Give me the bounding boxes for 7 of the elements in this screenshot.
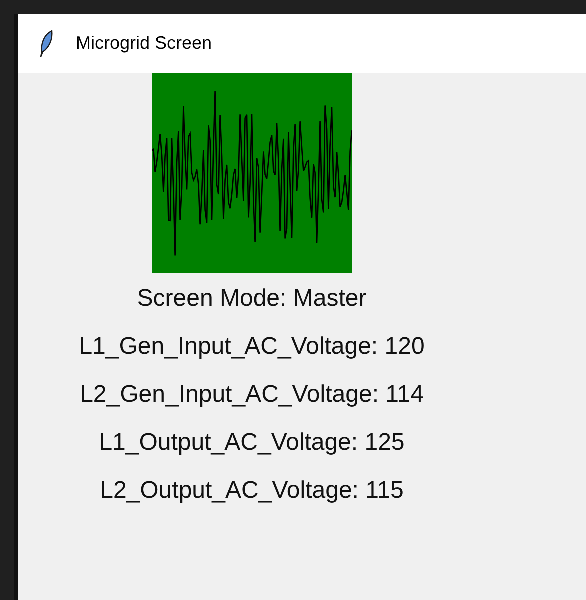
voltage-label: L1_Output_AC_Voltage: 125: [99, 428, 405, 458]
voltage-label: L2_Gen_Input_AC_Voltage: 114: [80, 380, 424, 410]
feather-icon: [40, 30, 54, 58]
window-title: Microgrid Screen: [76, 33, 212, 54]
voltage-label: Screen Mode: Master: [137, 284, 367, 314]
voltage-label: L1_Gen_Input_AC_Voltage: 120: [79, 332, 425, 362]
voltage-label: L2_Output_AC_Voltage: 115: [100, 476, 404, 506]
